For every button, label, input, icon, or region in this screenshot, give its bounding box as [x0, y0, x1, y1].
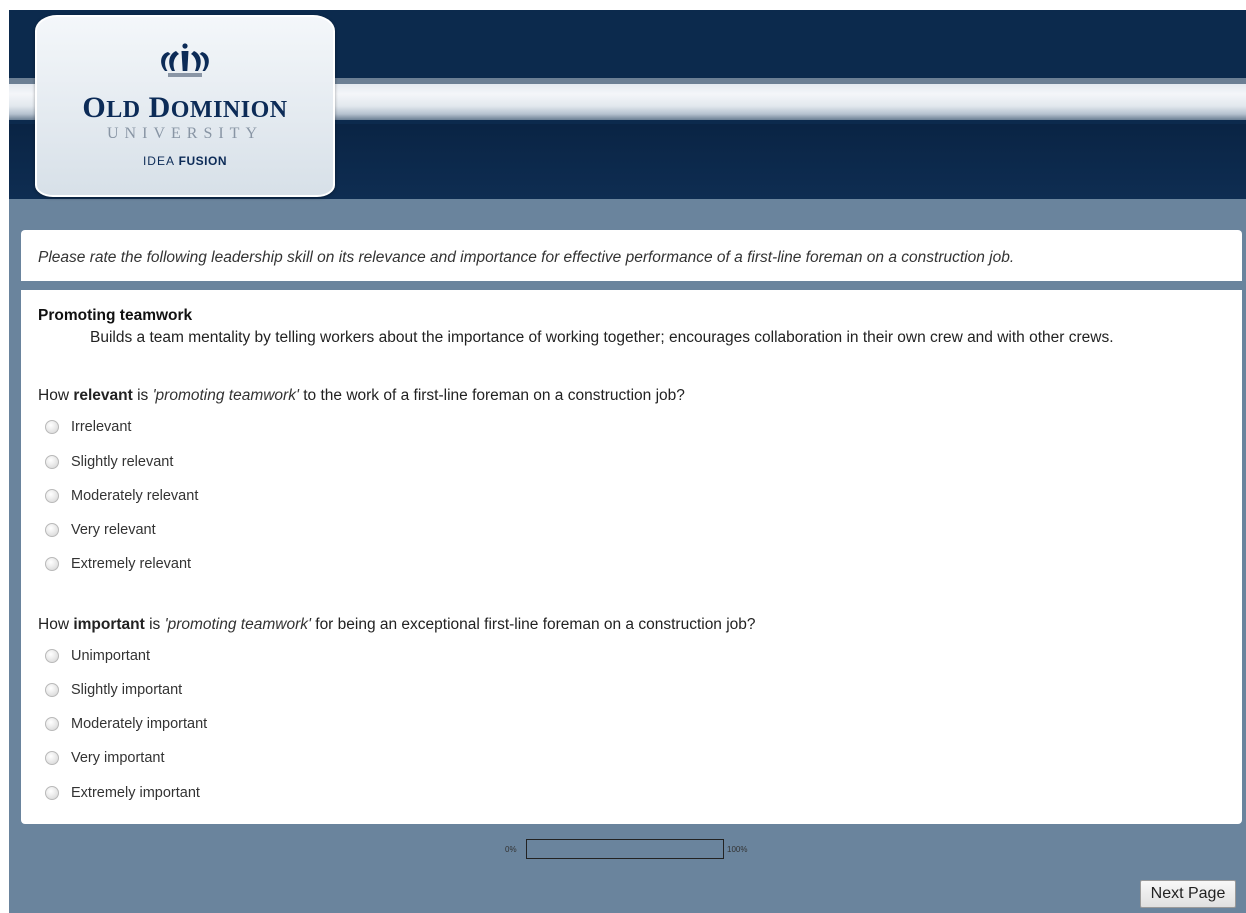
question-importance-text: How important is 'promoting teamwork' fo… [38, 616, 756, 633]
option-label: Extremely relevant [71, 556, 192, 572]
option-unimportant[interactable]: Unimportant [45, 646, 150, 666]
skill-description: Builds a team mentality by telling worke… [90, 329, 1114, 346]
question-relevance-text: How relevant is 'promoting teamwork' to … [38, 387, 685, 404]
intro-text: Please rate the following leadership ski… [38, 249, 1015, 266]
progress-min-label: 0% [505, 845, 517, 854]
progress-max-label: 100% [727, 845, 748, 854]
option-label: Slightly important [71, 682, 183, 698]
option-slightly-relevant[interactable]: Slightly relevant [45, 452, 173, 472]
option-label: Extremely important [71, 785, 200, 801]
crown-icon [161, 43, 209, 77]
option-slightly-important[interactable]: Slightly important [45, 680, 182, 700]
page-header: OLD DOMINION UNIVERSITY IDEA FUSION [9, 10, 1246, 199]
option-label: Moderately relevant [71, 488, 199, 504]
radio-button[interactable] [45, 649, 59, 663]
logo-wordmark-line2: UNIVERSITY [107, 125, 263, 142]
logo-wordmark-line1: OLD DOMINION [82, 91, 288, 124]
skill-title: Promoting teamwork [38, 307, 193, 324]
logo-tagline: IDEA FUSION [142, 154, 228, 168]
option-moderately-important[interactable]: Moderately important [45, 714, 207, 734]
option-very-relevant[interactable]: Very relevant [45, 520, 156, 540]
radio-button[interactable] [45, 455, 59, 469]
option-label: Slightly relevant [71, 454, 174, 470]
radio-button[interactable] [45, 420, 59, 434]
skill-card: Promoting teamwork Builds a team mentali… [21, 290, 1242, 366]
question-relevance: How relevant is 'promoting teamwork' to … [21, 366, 1242, 595]
radio-button[interactable] [45, 523, 59, 537]
radio-button[interactable] [45, 717, 59, 731]
option-label: Irrelevant [71, 419, 132, 435]
option-extremely-important[interactable]: Extremely important [45, 783, 200, 803]
intro-card: Please rate the following leadership ski… [21, 230, 1242, 281]
survey-page: OLD DOMINION UNIVERSITY IDEA FUSION Plea… [9, 10, 1246, 913]
question-importance: How important is 'promoting teamwork' fo… [21, 595, 1242, 824]
option-irrelevant[interactable]: Irrelevant [45, 417, 131, 437]
radio-button[interactable] [45, 557, 59, 571]
university-logo: OLD DOMINION UNIVERSITY IDEA FUSION [35, 15, 335, 197]
radio-button[interactable] [45, 489, 59, 503]
option-extremely-relevant[interactable]: Extremely relevant [45, 554, 191, 574]
option-label: Moderately important [71, 716, 208, 732]
option-label: Very relevant [71, 522, 156, 538]
progress-bar [526, 839, 724, 859]
radio-button[interactable] [45, 683, 59, 697]
option-moderately-relevant[interactable]: Moderately relevant [45, 486, 198, 506]
radio-button[interactable] [45, 786, 59, 800]
option-very-important[interactable]: Very important [45, 748, 165, 768]
radio-button[interactable] [45, 751, 59, 765]
option-label: Unimportant [71, 648, 150, 664]
progress-indicator: 0% 100% [9, 839, 1246, 861]
next-page-button[interactable]: Next Page [1140, 880, 1236, 908]
option-label: Very important [71, 750, 165, 766]
